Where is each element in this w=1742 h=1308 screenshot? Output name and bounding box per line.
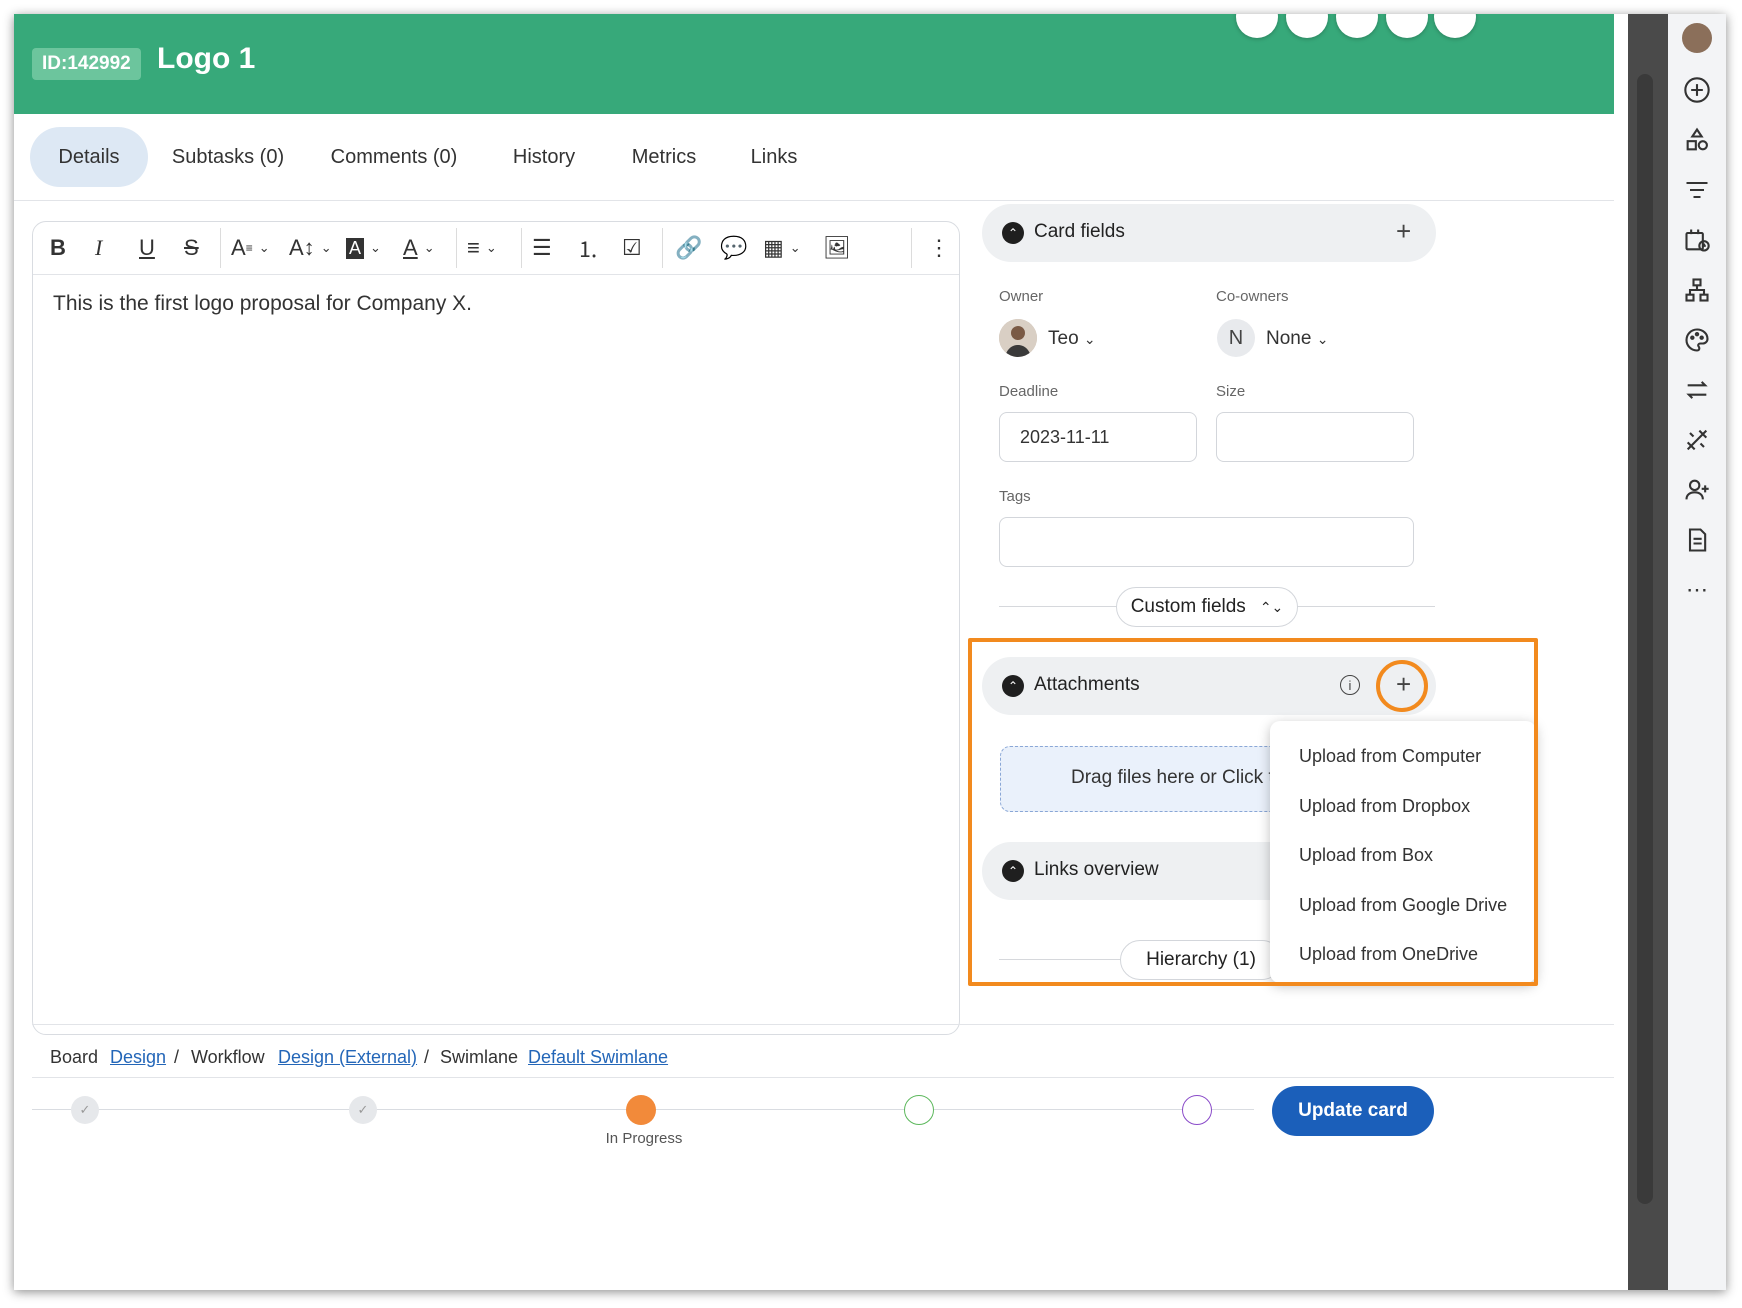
document-icon[interactable] <box>1668 520 1726 560</box>
swap-icon[interactable] <box>1668 370 1726 410</box>
shapes-icon[interactable] <box>1668 120 1726 160</box>
card-modal: ID:142992 Logo 1 Details Subtasks (0) Co… <box>14 14 1614 1290</box>
header-action-button-4[interactable] <box>1386 14 1428 38</box>
step-done-2[interactable]: ✓ <box>349 1096 377 1124</box>
tab-subtasks[interactable]: Subtasks (0) <box>164 127 292 187</box>
tags-label: Tags <box>999 488 1031 505</box>
right-nav-bar: ⋯ <box>1668 14 1726 1290</box>
coowner-avatar: N <box>1217 319 1255 357</box>
separator: / <box>424 1047 430 1067</box>
current-step-label: In Progress <box>605 1130 683 1147</box>
tab-details[interactable]: Details <box>30 127 148 187</box>
align-icon[interactable]: ≡ ⌄ <box>467 232 497 264</box>
window-frame: ⋯ ID:142992 Logo 1 Details Subtasks (0) … <box>14 14 1726 1290</box>
header-action-button-1[interactable] <box>1236 14 1278 38</box>
collapse-icon[interactable]: ⌃ <box>1002 222 1024 244</box>
highlight-box <box>968 638 1538 986</box>
custom-fields-toggle[interactable]: Custom fields ⌃⌄ <box>1116 587 1298 627</box>
plus-circle-icon[interactable] <box>1668 70 1726 110</box>
step-current[interactable] <box>626 1095 656 1125</box>
tab-links[interactable]: Links <box>734 127 814 187</box>
coowners-label: Co-owners <box>1216 288 1289 305</box>
header-action-button-2[interactable] <box>1286 14 1328 38</box>
strikethrough-icon[interactable]: S <box>184 232 199 264</box>
text-color-icon[interactable]: A ⌄ <box>403 232 435 264</box>
calendar-clock-icon[interactable] <box>1668 220 1726 260</box>
underline-icon[interactable]: U <box>139 232 155 264</box>
filter-icon[interactable] <box>1668 170 1726 210</box>
tab-history[interactable]: History <box>494 127 594 187</box>
add-user-icon[interactable] <box>1668 470 1726 510</box>
card-id-badge: ID:142992 <box>32 48 141 80</box>
tab-bar: Details Subtasks (0) Comments (0) Histor… <box>14 114 1614 201</box>
size-field[interactable] <box>1216 412 1414 462</box>
separator: / <box>174 1047 180 1067</box>
card-fields-header[interactable]: ⌃ Card fields + <box>982 204 1436 262</box>
tags-field[interactable] <box>999 517 1414 567</box>
avatar[interactable] <box>1668 18 1726 58</box>
image-icon[interactable]: 🖼 <box>823 232 851 264</box>
editor-toolbar: B I U S A ≡ ⌄ A↕ ⌄ A ⌄ A ⌄ ≡ ⌄ ☰ ⒈ ☑ 🔗 💬 ▦ ⌄ 🖼 <box>33 222 959 275</box>
checklist-icon[interactable]: ☑ <box>622 232 642 264</box>
deadline-field[interactable]: 2023-11-11 <box>999 412 1197 462</box>
owner-label: Owner <box>999 288 1044 305</box>
swimlane-link[interactable]: Default Swimlane <box>528 1047 668 1068</box>
bold-icon[interactable]: B <box>50 232 66 264</box>
board-label: Board <box>50 1047 99 1067</box>
comment-icon[interactable]: 💬 <box>720 232 747 264</box>
link-icon[interactable]: 🔗 <box>675 232 702 264</box>
numbered-list-icon[interactable]: ⒈ <box>577 232 599 264</box>
card-title[interactable]: Logo 1 <box>157 42 255 76</box>
table-icon[interactable]: ▦ ⌄ <box>763 232 801 264</box>
add-field-icon[interactable]: + <box>1396 216 1411 247</box>
owner-avatar <box>999 319 1037 357</box>
deadline-label: Deadline <box>999 383 1059 400</box>
swimlane-label: Swimlane <box>440 1047 519 1067</box>
step-done-1[interactable]: ✓ <box>71 1096 99 1124</box>
font-style-icon[interactable]: A ≡ ⌄ <box>231 232 270 264</box>
workflow-link[interactable]: Design (External) <box>278 1047 417 1068</box>
size-label: Size <box>1216 383 1246 400</box>
more-options-icon[interactable]: ⋮ <box>928 232 950 264</box>
card-header: ID:142992 Logo 1 <box>14 14 1614 114</box>
update-card-button[interactable]: Update card <box>1272 1086 1434 1136</box>
tools-icon[interactable] <box>1668 420 1726 460</box>
font-size-icon[interactable]: A↕ ⌄ <box>289 232 332 264</box>
bullet-list-icon[interactable]: ☰ <box>532 232 552 264</box>
hierarchy-icon[interactable] <box>1668 270 1726 310</box>
step-next-2[interactable] <box>1182 1095 1212 1125</box>
workflow-label: Workflow <box>191 1047 265 1067</box>
coowners-select[interactable]: None ⌄ <box>1266 328 1328 350</box>
highlight-color-icon[interactable]: A ⌄ <box>346 232 381 264</box>
owner-select[interactable]: Teo ⌄ <box>1048 328 1096 350</box>
close-button[interactable] <box>1434 14 1476 38</box>
editor-content[interactable]: This is the first logo proposal for Comp… <box>53 292 472 316</box>
header-action-button-3[interactable] <box>1336 14 1378 38</box>
step-next-1[interactable] <box>904 1095 934 1125</box>
description-editor[interactable]: B I U S A ≡ ⌄ A↕ ⌄ A ⌄ A ⌄ ≡ ⌄ ☰ ⒈ ☑ 🔗 💬 ▦ ⌄ 🖼 <box>32 221 960 1035</box>
breadcrumb: Board Design / Workflow Design (External… <box>32 1024 1614 1078</box>
board-link[interactable]: Design <box>110 1047 166 1068</box>
background-scrollbar[interactable] <box>1637 74 1653 1204</box>
palette-icon[interactable] <box>1668 320 1726 360</box>
card-fields-title: Card fields <box>1034 221 1125 242</box>
tab-comments[interactable]: Comments (0) <box>319 127 469 187</box>
tab-metrics[interactable]: Metrics <box>614 127 714 187</box>
more-icon[interactable]: ⋯ <box>1668 570 1726 610</box>
italic-icon[interactable]: I <box>95 232 102 264</box>
